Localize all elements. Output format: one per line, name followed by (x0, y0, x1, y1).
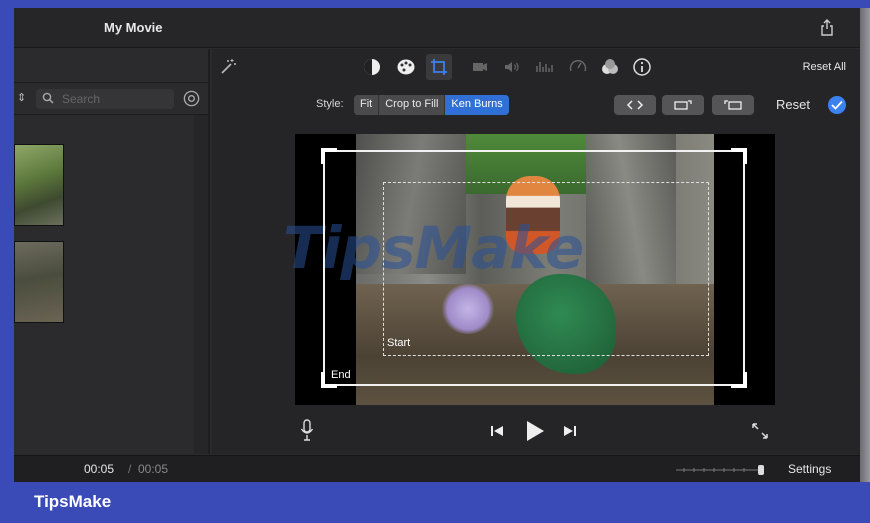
start-frame-label: Start (387, 337, 411, 349)
speed-icon[interactable] (568, 57, 588, 77)
current-time: 00:05 (84, 462, 115, 476)
filter-icon[interactable] (600, 57, 620, 77)
info-icon[interactable] (632, 57, 652, 77)
end-frame-handle[interactable] (731, 372, 747, 388)
magic-wand-icon[interactable] (218, 57, 238, 77)
gear-icon[interactable] (182, 89, 201, 108)
playback-controls (212, 419, 860, 449)
skip-forward-icon[interactable] (562, 423, 578, 439)
search-placeholder: Search (62, 92, 101, 106)
apply-checkmark-button[interactable] (828, 96, 846, 114)
style-ken-burns-option[interactable]: Ken Burns (445, 95, 509, 115)
search-row: ⇕ Search (14, 83, 210, 115)
crop-button[interactable] (426, 54, 452, 80)
style-label: Style: (316, 98, 344, 110)
play-icon[interactable] (524, 419, 546, 443)
viewer-pane: Reset All Style: Fit Crop to Fill Ken Bu… (212, 49, 860, 454)
color-balance-icon[interactable] (362, 57, 382, 77)
settings-button[interactable]: Settings (788, 462, 831, 476)
background-window-edge (860, 8, 870, 482)
style-fit-option[interactable]: Fit (354, 95, 380, 115)
checkmark-icon (831, 100, 843, 110)
swap-frames-button[interactable] (614, 95, 656, 115)
rotate-left-button[interactable] (662, 95, 704, 115)
swap-arrows-icon (626, 100, 644, 110)
fullscreen-icon[interactable] (750, 421, 770, 441)
total-time: 00:05 (138, 462, 169, 476)
scrollbar[interactable] (194, 115, 208, 454)
volume-icon[interactable] (502, 57, 522, 77)
microphone-icon[interactable] (300, 419, 314, 441)
clip-thumbnail[interactable] (14, 144, 64, 226)
browser-header (14, 49, 210, 83)
end-frame-handle[interactable] (731, 148, 747, 164)
page-background: My Movie ⇕ Search Reset All Style: Fit C… (0, 0, 870, 523)
timeline-bar: 00:05 / 00:05 Settings (14, 455, 860, 482)
zoom-slider[interactable] (674, 465, 766, 475)
rotate-left-icon (674, 100, 692, 110)
start-frame-rect[interactable] (383, 182, 709, 356)
brand-caption: TipsMake (34, 492, 112, 511)
rotate-right-button[interactable] (712, 95, 754, 115)
title-bar: My Movie (14, 8, 860, 48)
clip-thumbnail[interactable] (14, 241, 64, 323)
reset-button[interactable]: Reset (776, 97, 810, 112)
time-separator: / (128, 462, 132, 476)
end-frame-handle[interactable] (321, 148, 337, 164)
search-input[interactable]: Search (36, 89, 174, 109)
color-palette-icon[interactable] (396, 57, 416, 77)
style-crop-to-fill-option[interactable]: Crop to Fill (379, 95, 446, 115)
equalizer-icon[interactable] (534, 57, 554, 77)
media-browser: ⇕ Search (14, 49, 210, 454)
search-icon (42, 92, 54, 104)
rotate-right-icon (724, 100, 742, 110)
end-frame-label: End (331, 369, 351, 381)
style-row: Style: Fit Crop to Fill Ken Burns Reset (212, 93, 860, 119)
skip-back-icon[interactable] (489, 423, 505, 439)
video-preview[interactable]: TipsMake Start End (283, 134, 775, 405)
share-icon[interactable] (820, 19, 834, 36)
crop-icon (431, 59, 447, 75)
style-segmented-control: Fit Crop to Fill Ken Burns (354, 95, 509, 115)
stabilization-icon[interactable] (470, 57, 490, 77)
sort-updown-icon[interactable]: ⇕ (17, 91, 26, 104)
imovie-window: My Movie ⇕ Search Reset All Style: Fit C… (14, 8, 860, 482)
project-title: My Movie (104, 20, 163, 35)
adjustment-toolbar: Reset All (212, 49, 860, 85)
reset-all-button[interactable]: Reset All (803, 61, 846, 73)
